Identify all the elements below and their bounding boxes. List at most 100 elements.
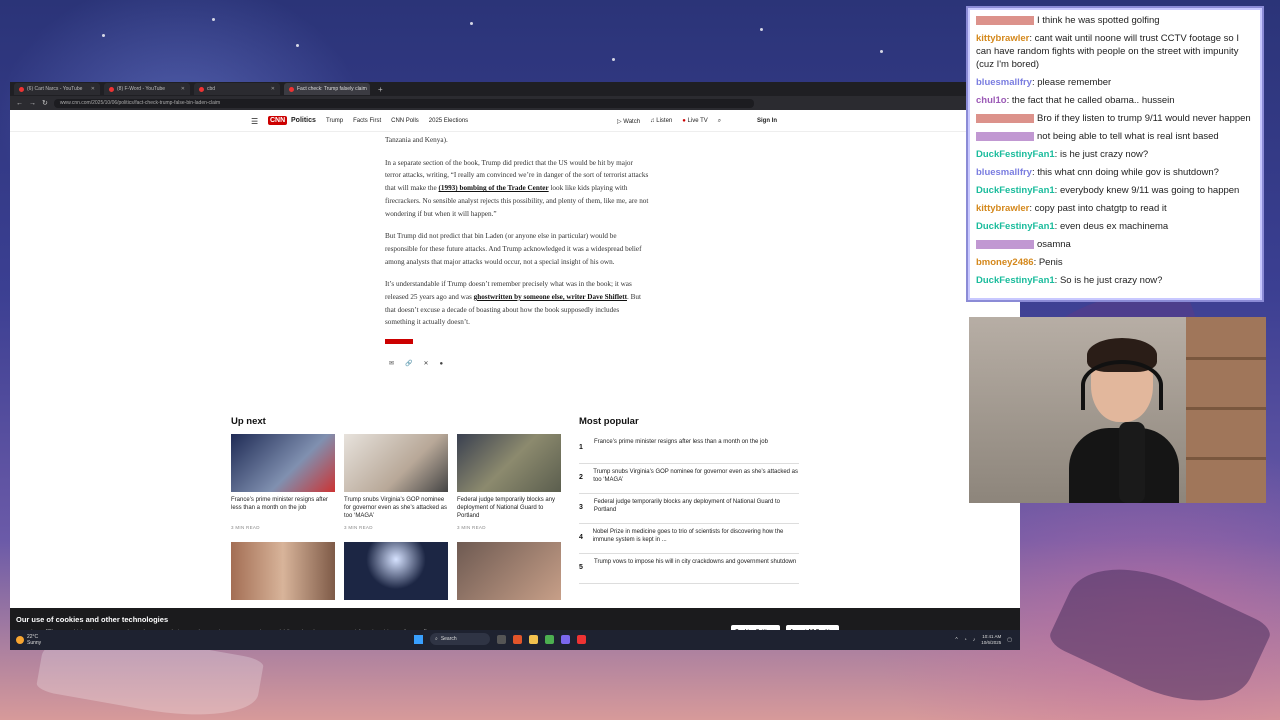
chat-username[interactable]: DuckFestinyFan1 xyxy=(976,275,1055,286)
chat-username[interactable]: bluesmallfry xyxy=(976,77,1032,88)
taskbar-search[interactable]: ⌕ Search xyxy=(430,633,490,645)
watch-link[interactable]: ▷ Watch xyxy=(617,118,640,125)
section-title[interactable]: Politics xyxy=(291,117,316,124)
tab-cbd[interactable]: cbd ✕ xyxy=(194,83,280,95)
story-thumbnail[interactable] xyxy=(344,434,448,492)
volume-icon[interactable]: ♪ xyxy=(973,637,976,643)
browser-window: (6) Cart Narcs - YouTube ✕ (8) F-Word - Y… xyxy=(10,82,1020,650)
file-explorer-icon[interactable] xyxy=(529,634,538,644)
tab-cnn-fact-check[interactable]: Fact check: Trump falsely claim✕ xyxy=(284,83,370,95)
back-icon[interactable]: ← xyxy=(16,100,23,107)
notifications-icon[interactable]: ▢ xyxy=(1007,637,1012,643)
headline-link[interactable]: Federal judge temporarily blocks any dep… xyxy=(594,498,799,514)
story-caption[interactable]: Federal judge temporarily blocks any dep… xyxy=(457,496,561,522)
rank: 3 xyxy=(579,504,583,511)
task-view-icon[interactable] xyxy=(497,634,506,644)
youtube-icon xyxy=(19,86,24,92)
story-thumbnail[interactable] xyxy=(231,542,335,600)
facebook-icon[interactable]: ● xyxy=(440,358,444,371)
chat-message: DuckFestinyFan1: even deus ex machinema xyxy=(976,221,1169,232)
chat-text: the fact that he called obama.. hussein xyxy=(1011,95,1175,106)
up-next-section: Up next France’s prime minister resigns … xyxy=(231,416,571,600)
chat-username[interactable]: DuckFestinyFan1 xyxy=(976,221,1055,232)
story-card[interactable]: Federal judge temporarily blocks any dep… xyxy=(457,434,561,530)
url-bar[interactable]: www.cnn.com/2025/10/06/politics/fact-che… xyxy=(53,98,754,108)
chat-username[interactable]: bluesmallfry xyxy=(976,167,1032,178)
headphones-icon xyxy=(1081,360,1163,410)
story-card[interactable] xyxy=(457,542,561,600)
story-card[interactable]: Trump snubs Virginia’s GOP nominee for g… xyxy=(344,434,448,530)
reload-icon[interactable]: ↻ xyxy=(42,99,48,107)
nav-link-facts-first[interactable]: Facts First xyxy=(353,118,381,124)
story-thumbnail[interactable] xyxy=(344,542,448,600)
story-card[interactable]: France’s prime minister resigns after le… xyxy=(231,434,335,530)
story-card[interactable] xyxy=(231,542,335,600)
browser-app-icon[interactable] xyxy=(513,634,522,644)
chevron-up-icon[interactable]: ^ xyxy=(955,637,957,643)
story-caption[interactable]: France’s prime minister resigns after le… xyxy=(231,496,335,522)
link-icon[interactable]: 🔗 xyxy=(405,358,412,371)
sign-in-link[interactable]: Sign In xyxy=(757,118,777,124)
headline-link[interactable]: Trump snubs Virginia’s GOP nominee for g… xyxy=(593,468,799,484)
tab-label: cbd xyxy=(207,86,216,92)
hamburger-menu-icon[interactable]: ☰ xyxy=(251,117,258,126)
obs-icon[interactable] xyxy=(577,634,586,644)
live-tv-link[interactable]: ● Live TV xyxy=(682,118,708,125)
list-item[interactable]: 3 Federal judge temporarily blocks any de… xyxy=(579,494,799,524)
chat-username[interactable]: bmoney2486 xyxy=(976,257,1034,268)
email-icon[interactable]: ✉ xyxy=(389,358,394,371)
start-icon[interactable] xyxy=(414,634,423,644)
discord-icon[interactable] xyxy=(561,634,570,644)
x-icon[interactable]: ✕ xyxy=(424,358,429,371)
list-item[interactable]: 5 Trump vows to impose his will in city c… xyxy=(579,554,799,584)
chat-text: Penis xyxy=(1038,257,1063,268)
article-link[interactable]: (1993) bombing of the Trade Center xyxy=(439,184,549,192)
windows-taskbar: 22°C Sunny ⌕ Search ^ ◔ ♪ 10:41 AM 10/6/202… xyxy=(10,630,1020,650)
nav-link-2025-elections[interactable]: 2025 Elections xyxy=(429,118,468,124)
chat-username[interactable]: kittybrawler xyxy=(976,203,1029,214)
listen-label: Listen xyxy=(656,118,673,124)
listen-link[interactable]: ♫ Listen xyxy=(650,118,672,125)
chat-username[interactable]: DuckFestinyFan1 xyxy=(976,149,1055,160)
close-icon[interactable]: ✕ xyxy=(271,86,275,92)
chat-text: copy past into chatgtp to read it xyxy=(1034,203,1167,214)
new-tab-button[interactable]: + xyxy=(374,85,387,94)
watch-label: Watch xyxy=(623,119,641,125)
tab-label: Fact check: Trump falsely claim xyxy=(297,86,367,92)
chrome-icon[interactable] xyxy=(545,634,554,644)
cnn-logo[interactable]: CNN xyxy=(268,116,288,125)
wifi-icon[interactable]: ◔ xyxy=(964,637,967,643)
nav-link-cnn-polls[interactable]: CNN Polls xyxy=(391,118,419,124)
weather-widget[interactable]: 22°C Sunny xyxy=(16,634,41,646)
chat-message: bmoney2486: Penis xyxy=(976,257,1063,268)
tab-youtube-f-word[interactable]: (8) F-Word - YouTube ✕ xyxy=(104,83,190,95)
list-item[interactable]: 4 Nobel Prize in medicine goes to trio of… xyxy=(579,524,799,554)
story-thumbnail[interactable] xyxy=(457,434,561,492)
rank: 2 xyxy=(579,474,583,481)
story-card[interactable] xyxy=(344,542,448,600)
forward-icon[interactable]: → xyxy=(29,100,36,107)
close-icon[interactable]: ✕ xyxy=(91,86,95,92)
paragraph: It’s understandable if Trump doesn’t rem… xyxy=(385,278,649,329)
headline-link[interactable]: Nobel Prize in medicine goes to trio of … xyxy=(593,528,799,544)
story-thumbnail[interactable] xyxy=(231,434,335,492)
article-link[interactable]: ghostwritten by someone else, writer Dav… xyxy=(474,293,627,301)
chat-username[interactable]: chul1o xyxy=(976,95,1007,106)
list-item[interactable]: 2 Trump snubs Virginia’s GOP nominee for … xyxy=(579,464,799,494)
chat-username[interactable]: DuckFestinyFan1 xyxy=(976,185,1055,196)
story-caption[interactable]: Trump snubs Virginia’s GOP nominee for g… xyxy=(344,496,448,522)
search-icon[interactable]: ⌕ xyxy=(718,118,721,125)
tab-strip: (6) Cart Narcs - YouTube ✕ (8) F-Word - Y… xyxy=(10,82,1020,96)
headline-link[interactable]: Trump vows to impose his will in city cr… xyxy=(594,558,796,566)
tab-youtube-cart-narcs[interactable]: (6) Cart Narcs - YouTube ✕ xyxy=(14,83,100,95)
headline-link[interactable]: France’s prime minister resigns after le… xyxy=(594,438,768,446)
search-label: Search xyxy=(440,636,457,642)
close-icon[interactable]: ✕ xyxy=(181,86,185,92)
chat-username[interactable]: kittybrawler xyxy=(976,33,1029,44)
nav-link-trump[interactable]: Trump xyxy=(326,118,343,124)
most-popular-title: Most popular xyxy=(579,416,639,427)
clock[interactable]: 10:41 AM 10/6/2025 xyxy=(981,634,1001,645)
story-thumbnail[interactable] xyxy=(457,542,561,600)
article-body: Tanzania and Kenya). In a separate secti… xyxy=(385,134,649,371)
list-item[interactable]: 1 France’s prime minister resigns after l… xyxy=(579,434,799,464)
